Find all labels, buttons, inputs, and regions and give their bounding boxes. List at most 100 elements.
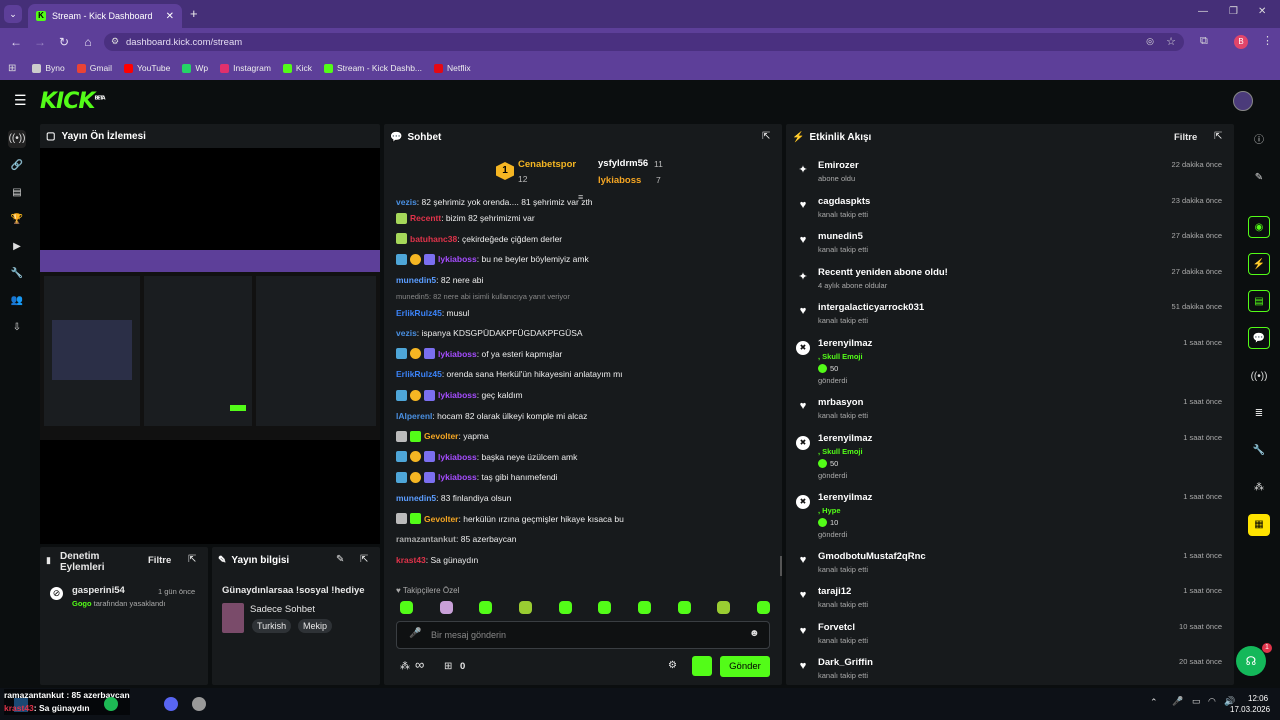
emote-icon[interactable] (558, 601, 572, 614)
back-icon[interactable]: ← (4, 35, 28, 49)
tag-chip[interactable]: Mekip (298, 619, 333, 633)
support-button[interactable]: ☊ (1236, 646, 1266, 676)
chat-username[interactable]: lykiaboss (438, 349, 477, 359)
video-icon[interactable]: ▶ (8, 238, 26, 256)
event-username[interactable]: Emirozer (818, 160, 859, 171)
clock-date[interactable]: 17.03.2026 (1230, 705, 1270, 714)
chat-username[interactable]: Recentt (410, 213, 441, 223)
chat-message[interactable]: ErlikRulz45: orenda sana Herkül'ün hikay… (396, 364, 776, 385)
kick-emote-button[interactable] (692, 656, 712, 676)
microphone-icon[interactable]: 🎤 (409, 628, 421, 639)
event-username[interactable]: 1erenyilmaz (818, 338, 872, 349)
expand-icon[interactable]: ⇱ (188, 554, 196, 565)
chat-message[interactable]: lykiaboss: bu ne beyler böylemiyiz amk (396, 249, 776, 270)
spotify-icon[interactable] (104, 697, 118, 711)
chat-scrollbar[interactable] (780, 556, 782, 576)
chat-username[interactable]: lykiaboss (438, 254, 477, 264)
chat-message[interactable]: ramazantankut: 85 azerbaycan (396, 529, 776, 550)
emote-icon[interactable] (756, 601, 770, 614)
leaderboard-name-2[interactable]: ysfyldrm56 (598, 158, 648, 169)
tools-icon[interactable]: 🔧 (8, 265, 26, 283)
chat-message[interactable]: lykiaboss: taş gibi hanımefendi (396, 467, 776, 488)
emoji-picker-icon[interactable]: ☻ (749, 628, 760, 639)
broadcast-icon[interactable]: ((•)) (1248, 366, 1270, 388)
chat-message[interactable]: Gevolter: herkülün ırzına geçmişler hika… (396, 508, 776, 529)
tag-chip[interactable]: Turkish (252, 619, 292, 633)
emote-icon[interactable] (518, 601, 532, 614)
chat-username[interactable]: ramazantankut (396, 534, 456, 544)
emote-icon[interactable] (677, 601, 691, 614)
emote-icon[interactable] (598, 601, 612, 614)
profile-avatar[interactable]: B (1234, 35, 1248, 49)
chat-username[interactable]: ErlikRulz45 (396, 369, 442, 379)
chat-username[interactable]: munedin5 (396, 493, 436, 503)
event-username[interactable]: GmodbotuMustaf2qRnc (818, 551, 926, 562)
chat-message[interactable]: vezis: 82 şehrimiz yok orenda.... 81 şeh… (396, 196, 776, 208)
moderation-filter-button[interactable]: Filtre (148, 555, 171, 566)
event-username[interactable]: 1erenyilmaz (818, 433, 872, 444)
emote-icon[interactable] (439, 601, 453, 614)
event-username[interactable]: cagdaspkts (818, 196, 870, 207)
mod-entry-actor[interactable]: Gogo (72, 599, 92, 608)
bookmark-star-icon[interactable]: ☆ (1166, 35, 1176, 48)
event-username[interactable]: taraji12 (818, 586, 868, 597)
wrench-icon[interactable]: 🔧 (1248, 440, 1270, 462)
chat-message[interactable]: lykiaboss: geç kaldım (396, 385, 776, 406)
event-username[interactable]: mrbasyon (818, 397, 868, 408)
event-username[interactable]: Forvetcl (818, 622, 868, 633)
chat-message[interactable]: Recentt: bizim 82 şehrimizmi var (396, 208, 776, 229)
user-avatar[interactable] (1233, 91, 1253, 111)
chat-message[interactable]: krast43: Sa günaydın (396, 550, 776, 571)
emote-icon[interactable] (637, 601, 651, 614)
info-icon[interactable]: ⓘ (1248, 130, 1270, 152)
bookmark-item[interactable]: Instagram (220, 63, 271, 73)
bookmark-item[interactable]: Stream - Kick Dashb... (323, 63, 422, 73)
expand-icon[interactable]: ⇱ (1214, 131, 1222, 142)
chat-message[interactable]: lykiaboss: başka neye üzülcem amk (396, 447, 776, 468)
close-window-icon[interactable]: ✕ (1258, 6, 1266, 17)
category-name[interactable]: Sadece Sohbet (250, 604, 315, 615)
microphone-tray-icon[interactable]: 🎤 (1172, 696, 1183, 707)
edit-icon[interactable]: ✎ (336, 554, 344, 565)
leaderboard-name-1[interactable]: Cenabetspor (518, 159, 576, 170)
analytics-icon[interactable]: ▤ (8, 184, 26, 202)
chat-username[interactable]: krast43 (396, 555, 426, 565)
link-icon[interactable]: 🔗 (8, 157, 26, 175)
tracking-off-icon[interactable]: ◎ (1146, 36, 1154, 47)
apps-grid-icon[interactable]: ⊞ (8, 63, 16, 74)
payouts-icon[interactable]: ⇩ (8, 319, 26, 337)
browser-menu-icon[interactable]: ⋮ (1262, 34, 1273, 47)
camera-icon[interactable]: ◉ (1248, 216, 1270, 238)
home-icon[interactable]: ⌂ (76, 35, 100, 49)
stream-icon[interactable]: ((•)) (8, 130, 26, 148)
chat-username[interactable]: vezis (396, 328, 417, 338)
mod-entry-user[interactable]: gasperini54 (72, 585, 125, 596)
site-info-icon[interactable]: ⚙ (111, 36, 119, 47)
stream-video-preview[interactable] (40, 148, 380, 544)
browser-tab[interactable]: K Stream - Kick Dashboard ✕ (28, 4, 182, 28)
event-username[interactable]: 1erenyilmaz (818, 492, 872, 503)
clock-time[interactable]: 12:06 (1248, 694, 1268, 703)
emote-icon[interactable] (400, 601, 413, 614)
chrome-icon[interactable] (192, 697, 206, 711)
address-bar[interactable]: ⚙ dashboard.kick.com/stream ◎ ☆ (104, 33, 1184, 51)
chat-message[interactable]: lykiaboss: of ya esteri kapmışlar (396, 344, 776, 365)
expand-icon[interactable]: ⇱ (360, 554, 368, 565)
kick-logo[interactable]: KICKBETA (40, 89, 106, 114)
gift-icon[interactable]: ⊞ (444, 661, 452, 672)
chat-message[interactable]: batuhanc38: çekirdeğede çiğdem derler (396, 229, 776, 250)
bookmark-item[interactable]: Wp (182, 63, 208, 73)
chat-username[interactable]: Gevolter (424, 514, 459, 524)
emote-icon[interactable] (717, 601, 731, 614)
chat-message[interactable]: lAlperenl: hocam 82 olarak ülkeyi komple… (396, 405, 776, 426)
new-tab-button[interactable]: + (190, 6, 198, 21)
event-username[interactable]: intergalacticyarrock031 (818, 302, 924, 313)
chat-username[interactable]: lykiaboss (438, 452, 477, 462)
restore-icon[interactable]: ❐ (1229, 6, 1238, 17)
chat-input[interactable]: 🎤 Bir mesaj gönderin ☻ (396, 621, 770, 649)
chat-bubble-icon[interactable]: 💬 (1248, 327, 1270, 349)
lightning-icon[interactable]: ⚡ (1248, 253, 1270, 275)
group-icon[interactable]: ⁂ (1248, 477, 1270, 499)
clapper-icon[interactable]: ▦ (1248, 514, 1270, 536)
send-button[interactable]: Gönder (720, 656, 770, 677)
